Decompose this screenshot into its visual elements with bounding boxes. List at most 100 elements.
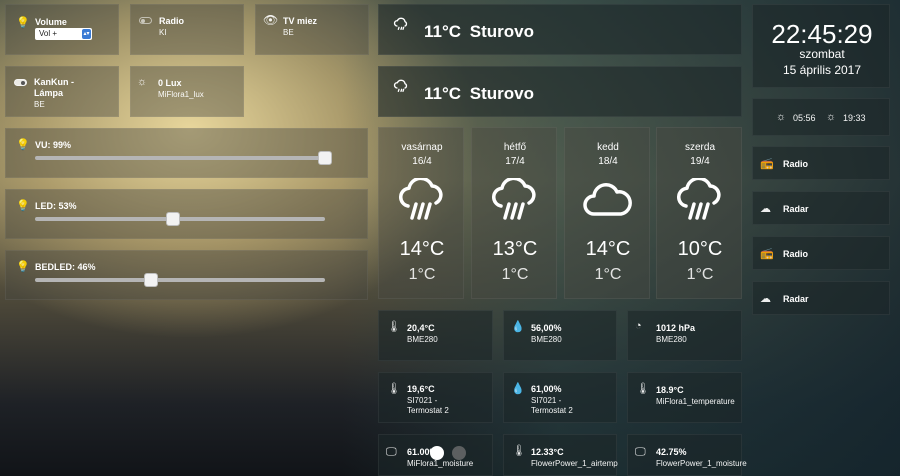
- sensor-value: 42.75%: [656, 447, 687, 457]
- radio-button-1[interactable]: 📻 Radio: [752, 146, 890, 180]
- sensor-name: MiFlora1_temperature: [656, 397, 735, 406]
- sensor-name-2: Termostat 2: [531, 406, 573, 415]
- forecast-day-date: 17/4: [505, 156, 525, 167]
- sensor-tile-4: 💧 61,00% SI7021 - Termostat 2: [503, 372, 617, 423]
- eye-icon: 👁: [263, 13, 279, 27]
- bulb-icon: 💡: [16, 17, 30, 29]
- sun-times-tile: ☼ 05:56 ☼ 19:33: [752, 98, 890, 136]
- volume-select[interactable]: Vol + ▴▾: [35, 28, 92, 40]
- bulb-icon: 💡: [16, 200, 30, 212]
- bedled-slider-handle[interactable]: [144, 273, 158, 287]
- sensor-tile-7: 🌡 12.33°C FlowerPower_1_airtemp: [503, 434, 618, 476]
- thermometer-icon: 🌡: [387, 383, 401, 395]
- sunrise-icon: ☼: [776, 111, 787, 123]
- forecast-high: 13°C: [492, 238, 538, 260]
- forecast-day-3: szerda 19/4 10°C 1°C: [656, 127, 742, 299]
- radio-switch-value: KI: [159, 28, 167, 37]
- forecast-day-name: szerda: [684, 142, 715, 153]
- vu-label: VU: 99%: [35, 140, 72, 150]
- forecast-day-1: hétfő 17/4 13°C 1°C: [471, 127, 557, 299]
- clock-date: 15 április 2017: [782, 63, 862, 77]
- sensor-value: 1012 hPa: [656, 323, 696, 333]
- sensor-name: SI7021 -: [407, 396, 438, 405]
- toggle-off-icon[interactable]: [139, 17, 152, 24]
- tv-value: BE: [283, 28, 294, 37]
- thermometer-icon: 🌡: [387, 321, 401, 333]
- forecast-high: 14°C: [585, 238, 631, 260]
- forecast-day-2: kedd 18/4 14°C 1°C: [564, 127, 650, 299]
- monitor-icon: 🖵: [635, 446, 646, 458]
- sensor-name: FlowerPower_1_moisture: [656, 459, 747, 468]
- tv-label: TV miez: [283, 16, 318, 26]
- tv-tile[interactable]: 👁 TV miez BE: [255, 4, 369, 55]
- volume-select-value: Vol +: [39, 29, 58, 38]
- kankun-tile[interactable]: KanKun - Lámpa BE: [5, 66, 119, 117]
- cloud-rain-icon: [393, 79, 408, 92]
- cloud-icon: [583, 183, 632, 216]
- cloud-icon: ☁: [760, 293, 771, 305]
- page-dot[interactable]: [452, 446, 466, 460]
- bedled-slider-track[interactable]: [35, 278, 325, 282]
- lux-tile: ☼ 0 Lux MiFlora1_lux: [130, 66, 244, 117]
- volume-tile: 💡 Volume Vol + ▴▾: [5, 4, 119, 55]
- sensor-name: BME280: [531, 335, 562, 344]
- clock-time: 22:45:29: [771, 19, 873, 49]
- kankun-label-2: Lámpa: [34, 88, 64, 98]
- sensor-tile-3: 🌡 19,6°C SI7021 - Termostat 2: [378, 372, 493, 423]
- clock-tile: 22:45:29 szombat 15 április 2017: [752, 4, 890, 88]
- vu-slider-tile: 💡 VU: 99%: [5, 128, 368, 178]
- sensor-name-2: Termostat 2: [407, 406, 449, 415]
- lux-value: MiFlora1_lux: [158, 90, 204, 99]
- toggle-on-icon[interactable]: [14, 79, 27, 86]
- kankun-value: BE: [34, 100, 45, 109]
- cloud-icon: ☁: [760, 203, 771, 215]
- weather-current-tile[interactable]: 11°C Sturovo: [378, 4, 742, 55]
- cloud-rain-icon: [492, 178, 536, 220]
- thermometer-icon: 🌡: [512, 445, 526, 457]
- weather-title: 11°C Sturovo: [424, 22, 534, 41]
- radar-button-label: Radar: [783, 204, 809, 214]
- forecast-day-date: 19/4: [690, 156, 710, 167]
- radio-button-label: Radio: [783, 159, 809, 169]
- forecast-low: 1°C: [686, 266, 714, 283]
- sunset-icon: ☼: [826, 111, 837, 123]
- weather-title-2: 11°C Sturovo: [424, 84, 534, 103]
- weather-current-tile-2[interactable]: 11°C Sturovo: [378, 66, 742, 117]
- sun-icon: ☼: [137, 76, 148, 88]
- radio-button-2[interactable]: 📻 Radio: [752, 236, 890, 270]
- sunset-time: 19:33: [843, 113, 866, 123]
- sensor-tile-0: 🌡 20,4°C BME280: [378, 310, 493, 361]
- vu-slider-handle[interactable]: [318, 151, 332, 165]
- forecast-low: 1°C: [408, 266, 436, 283]
- bulb-icon: 💡: [16, 139, 30, 151]
- bedled-slider-tile: 💡 BEDLED: 46%: [5, 250, 368, 300]
- chevron-updown-icon: ▴▾: [82, 29, 91, 39]
- led-slider-handle[interactable]: [166, 212, 180, 226]
- sensor-tile-1: 💧 56,00% BME280: [503, 310, 617, 361]
- sensor-name: MiFlora1_moisture: [407, 459, 474, 468]
- led-slider-track[interactable]: [35, 217, 325, 221]
- radar-button-1[interactable]: ☁ Radar: [752, 191, 890, 225]
- forecast-low: 1°C: [594, 266, 622, 283]
- lux-label: 0 Lux: [158, 78, 182, 88]
- forecast-day-date: 16/4: [412, 156, 432, 167]
- vu-slider-track[interactable]: [35, 156, 325, 160]
- bedled-label: BEDLED: 46%: [35, 262, 96, 272]
- forecast-high: 14°C: [399, 238, 445, 260]
- page-dot-active[interactable]: [430, 446, 444, 460]
- radio-switch-tile[interactable]: Radio KI: [130, 4, 244, 55]
- radio-icon: 📻: [760, 158, 774, 170]
- sensor-tile-5: 🌡 18.9°C MiFlora1_temperature: [627, 372, 742, 423]
- sensor-value: 18.9°C: [656, 385, 684, 395]
- led-slider-tile: 💡 LED: 53%: [5, 189, 368, 239]
- forecast-day-name: vasárnap: [401, 142, 443, 153]
- led-label: LED: 53%: [35, 201, 77, 211]
- radar-button-label: Radar: [783, 294, 809, 304]
- sensor-value: 56,00%: [531, 323, 562, 333]
- sensor-tile-8: 🖵 42.75% FlowerPower_1_moisture: [627, 434, 747, 476]
- forecast-high: 10°C: [677, 238, 723, 260]
- radar-button-2[interactable]: ☁ Radar: [752, 281, 890, 315]
- sensor-name: SI7021 -: [531, 396, 562, 405]
- radio-icon: 📻: [760, 248, 774, 260]
- monitor-icon: 🖵: [386, 446, 397, 458]
